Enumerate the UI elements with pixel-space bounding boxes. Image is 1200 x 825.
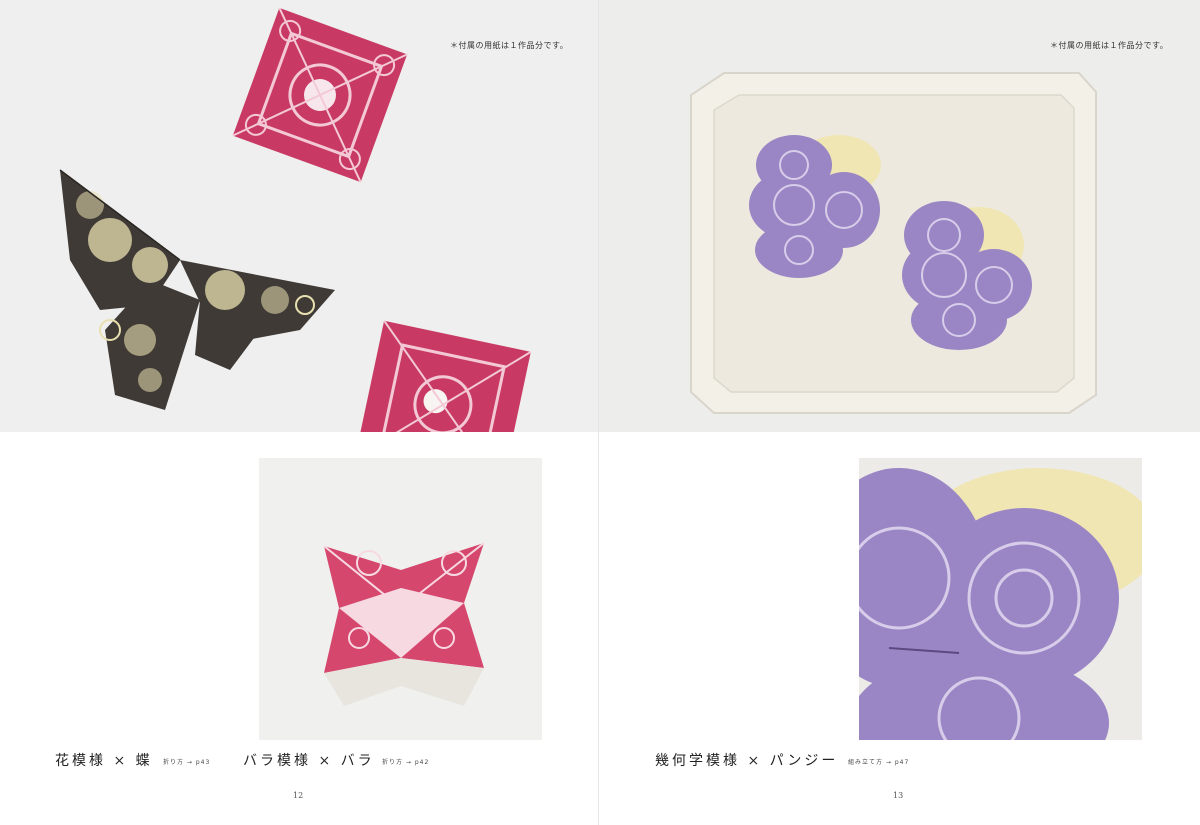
photo-butterfly-and-roses	[0, 0, 598, 432]
caption-pansy-title: 幾何学模様 × パンジー	[655, 753, 839, 769]
page-number-right: 13	[893, 791, 904, 800]
caption-pansy-ref: 組み立て方 → p47	[848, 759, 910, 766]
photo-pansy-closeup	[859, 458, 1142, 740]
book-spread: ＊付属の用紙は１作品分です。 ＊付属の用紙は１作品分です。 花模様 × 蝶 折り…	[0, 0, 1200, 825]
page-gutter	[598, 0, 599, 825]
paper-note-right: ＊付属の用紙は１作品分です。	[1050, 41, 1169, 50]
photo-rose-box	[259, 458, 542, 740]
caption-rose-ref: 折り方 → p42	[382, 759, 430, 766]
paper-note-left: ＊付属の用紙は１作品分です。	[450, 41, 569, 50]
caption-rose-title: バラ模様 × バラ	[243, 753, 375, 769]
caption-butterfly-title: 花模様 × 蝶	[55, 753, 153, 769]
page-number-left: 12	[293, 791, 304, 800]
caption-butterfly-ref: 折り方 → p43	[163, 759, 211, 766]
photo-pansies-on-tray	[599, 0, 1200, 432]
